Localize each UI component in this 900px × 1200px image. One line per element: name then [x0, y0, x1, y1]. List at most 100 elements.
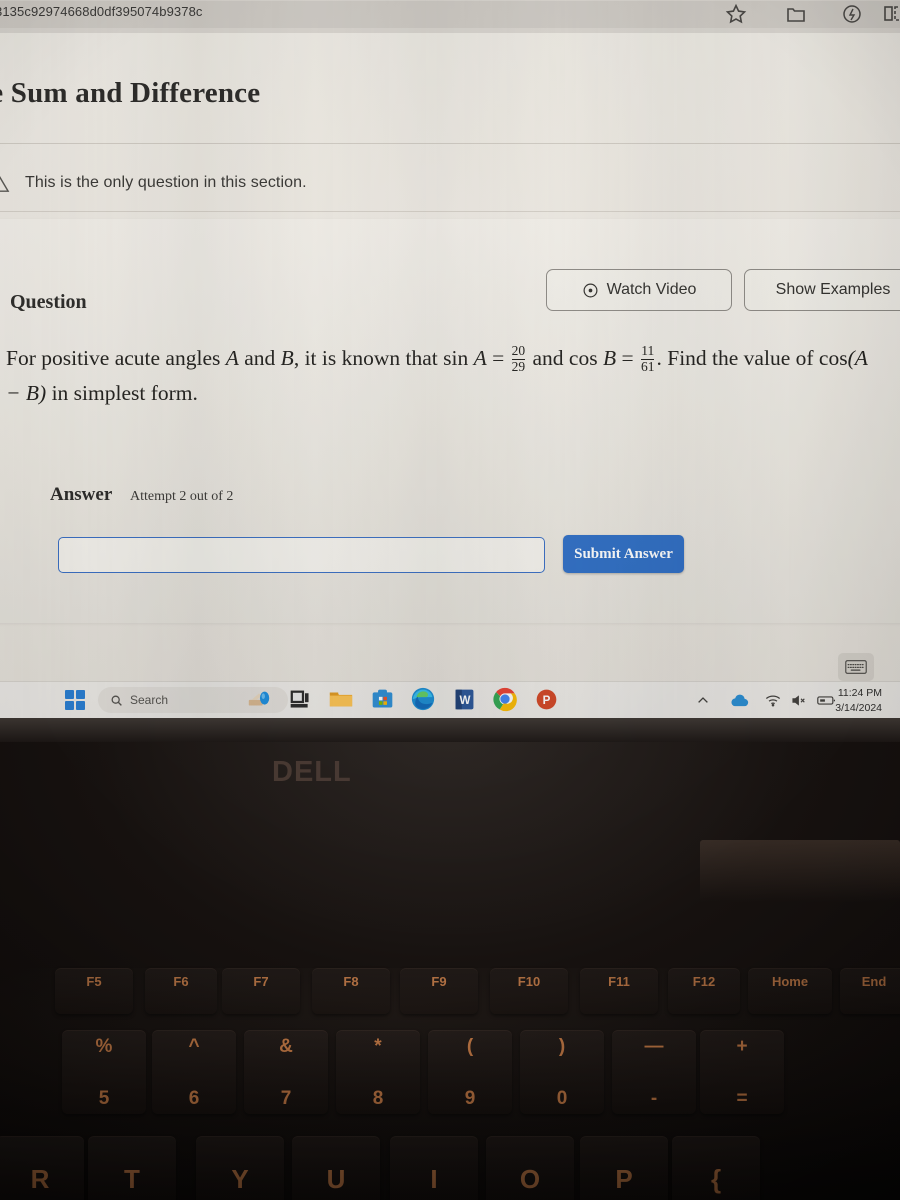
- clock-date: 3/14/2024: [835, 701, 882, 714]
- key-shift-label: +: [736, 1036, 748, 1057]
- answer-input[interactable]: [58, 537, 545, 573]
- microsoft-powerpoint-icon[interactable]: P: [532, 685, 560, 713]
- key-label: Y: [231, 1163, 249, 1194]
- watch-video-button[interactable]: Watch Video: [546, 269, 732, 311]
- onedrive-cloud-icon[interactable]: [729, 693, 750, 708]
- page-title: le Sum and Difference: [0, 77, 261, 109]
- key-label: F6: [173, 974, 189, 989]
- taskbar-clock[interactable]: 11:24 PM 3/14/2024: [824, 686, 882, 716]
- key-label: Home: [771, 974, 809, 989]
- collections-icon[interactable]: [784, 2, 808, 26]
- key-r[interactable]: R: [0, 1136, 84, 1200]
- taskbar-search-label: Search: [130, 693, 169, 707]
- key-{[interactable]: {: [672, 1136, 760, 1200]
- key-label: O: [519, 1163, 541, 1194]
- key-f5[interactable]: F5: [55, 968, 133, 1014]
- volume-muted-icon[interactable]: [791, 693, 807, 708]
- key-label: I: [430, 1163, 438, 1194]
- key-f11[interactable]: F11: [580, 968, 658, 1014]
- fraction-sin-a: 20 29: [511, 343, 526, 374]
- submit-answer-button[interactable]: Submit Answer: [563, 535, 684, 573]
- question-var-a: A: [225, 346, 239, 370]
- key-end[interactable]: End: [840, 968, 900, 1014]
- key-7[interactable]: & 7: [244, 1030, 328, 1114]
- question-text-part1: For positive acute angles: [6, 346, 226, 370]
- question-var-b: B: [280, 346, 294, 370]
- question-text: For positive acute angles A and B, it is…: [6, 341, 886, 411]
- question-text-part5: . Find the value of cos: [656, 346, 848, 370]
- key-y[interactable]: Y: [196, 1136, 284, 1200]
- wifi-icon[interactable]: [765, 693, 781, 708]
- key-f12[interactable]: F12: [668, 968, 740, 1014]
- question-eq1: =: [486, 346, 510, 370]
- key-shift-label: &: [279, 1036, 293, 1057]
- fraction-cos-b-denominator: 61: [640, 358, 655, 374]
- key-label: {: [710, 1163, 722, 1194]
- question-text-part4: and cos: [527, 346, 603, 370]
- widgets-weather-icon[interactable]: [245, 685, 273, 713]
- key-label: 7: [280, 1088, 292, 1109]
- key-f6[interactable]: F6: [145, 968, 217, 1014]
- key-i[interactable]: I: [390, 1136, 478, 1200]
- key-=[interactable]: + =: [700, 1030, 784, 1114]
- key-label: 6: [188, 1088, 200, 1109]
- key-shift-label: (: [466, 1036, 474, 1057]
- question-var-b2: B: [602, 346, 617, 370]
- windows-taskbar: Search W P 11:24 PM 3/14/2024: [0, 681, 900, 718]
- laptop-photo: 8895/d513135c92974668d0df395074b9378c le: [0, 0, 900, 1200]
- key-f7[interactable]: F7: [222, 968, 300, 1014]
- key-label: F10: [517, 974, 541, 989]
- dell-brand-logo: DELL: [272, 756, 352, 789]
- show-examples-label: Show Examples: [775, 281, 891, 298]
- question-text-part2: and: [238, 346, 281, 370]
- key-label: -: [650, 1088, 658, 1109]
- favorite-star-icon[interactable]: [724, 2, 748, 26]
- question-eq2: =: [616, 346, 639, 370]
- key-home[interactable]: Home: [748, 968, 832, 1014]
- microsoft-word-icon[interactable]: W: [450, 685, 478, 713]
- key-9[interactable]: (9: [428, 1030, 512, 1114]
- key-shift-label: —: [644, 1036, 664, 1057]
- screen-bezel-bottom: [0, 718, 900, 742]
- key-o[interactable]: O: [486, 1136, 574, 1200]
- svg-text:P: P: [542, 693, 550, 706]
- key-label: F12: [692, 974, 716, 989]
- key-label: End: [861, 974, 887, 989]
- task-view-icon[interactable]: [286, 685, 314, 713]
- key-label: 0: [556, 1088, 568, 1109]
- watch-video-label: Watch Video: [606, 281, 697, 298]
- key-0[interactable]: ) 0: [520, 1030, 604, 1114]
- key-8[interactable]: * 8: [336, 1030, 420, 1114]
- start-button-icon[interactable]: [65, 690, 86, 711]
- fraction-cos-b: 11 61: [640, 342, 655, 374]
- file-explorer-icon[interactable]: [327, 685, 355, 713]
- key-label: =: [736, 1088, 748, 1109]
- browser-toolbar: 8895/d513135c92974668d0df395074b9378c: [0, 0, 900, 33]
- key-f10[interactable]: F10: [490, 968, 568, 1014]
- math-keyboard-icon[interactable]: [838, 653, 874, 681]
- key-f8[interactable]: F8: [312, 968, 390, 1014]
- key--[interactable]: — -: [612, 1030, 696, 1114]
- section-notice-text: This is the only question in this sectio…: [25, 174, 307, 191]
- key-label: U: [326, 1163, 346, 1194]
- performance-icon[interactable]: [840, 2, 864, 26]
- search-icon: [110, 694, 123, 707]
- fraction-cos-b-numerator: 11: [641, 342, 655, 358]
- key-label: F9: [431, 974, 447, 989]
- google-chrome-icon[interactable]: [491, 685, 519, 713]
- key-u[interactable]: U: [292, 1136, 380, 1200]
- key-f9[interactable]: F9: [400, 968, 478, 1014]
- split-screen-icon[interactable]: [882, 2, 900, 26]
- key-t[interactable]: T: [88, 1136, 176, 1200]
- key-6[interactable]: ^ 6: [152, 1030, 236, 1114]
- key-p[interactable]: P: [580, 1136, 668, 1200]
- show-examples-button[interactable]: Show Examples: [744, 269, 900, 311]
- key-5[interactable]: % 5: [62, 1030, 146, 1114]
- divider-mid: [0, 211, 900, 212]
- microsoft-edge-icon[interactable]: [409, 685, 437, 713]
- info-triangle-icon: [0, 173, 10, 193]
- microsoft-store-icon[interactable]: [368, 685, 396, 713]
- play-circle-icon: [582, 282, 599, 299]
- key-shift-label: ^: [188, 1036, 200, 1057]
- chevron-up-icon[interactable]: [695, 693, 711, 708]
